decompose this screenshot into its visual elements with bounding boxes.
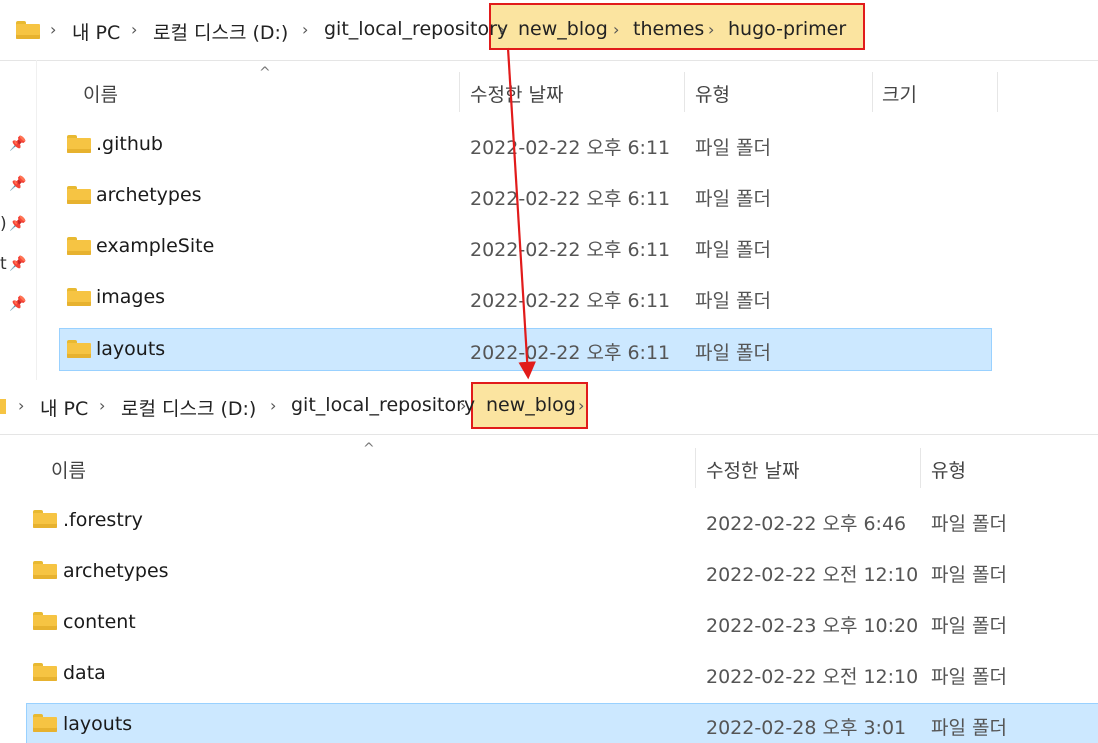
annotation-arrow (506, 47, 536, 380)
arrow-line (506, 47, 536, 380)
